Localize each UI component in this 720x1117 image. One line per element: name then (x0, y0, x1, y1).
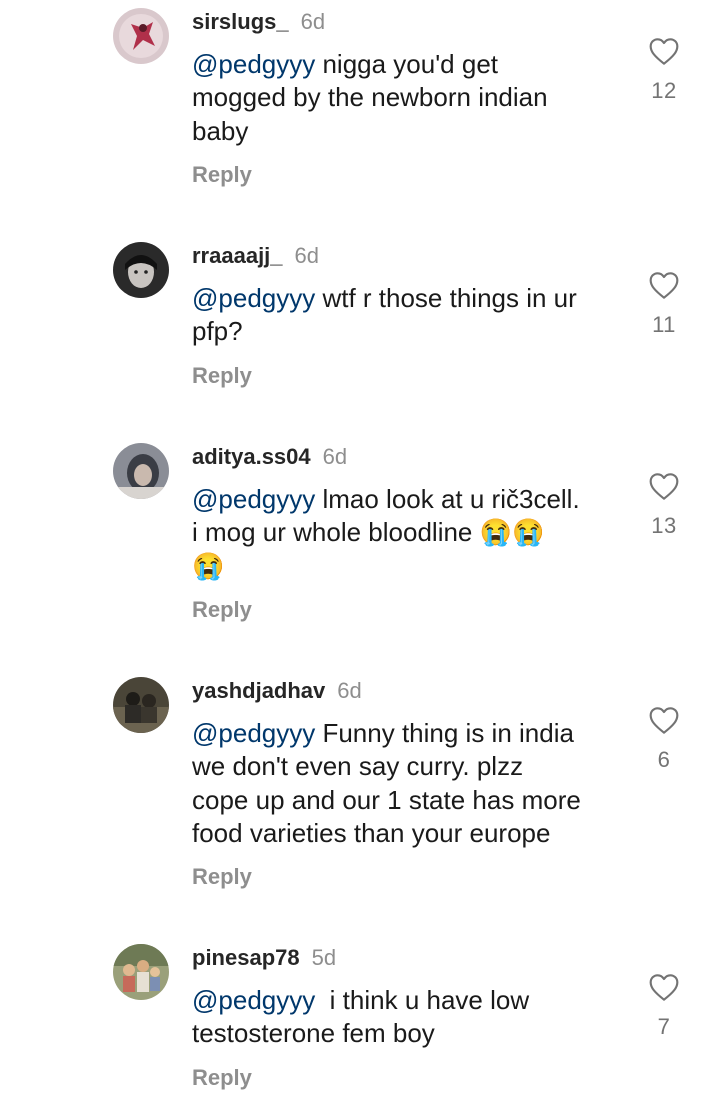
like-count: 13 (651, 513, 677, 538)
avatar-dark-face-icon (113, 242, 169, 298)
comment-text: @pedgyyy Funny thing is in india we don'… (192, 717, 617, 851)
like-count: 6 (657, 747, 671, 772)
like-control: 11 (636, 270, 692, 338)
comment-text: @pedgyyy wtf r those things in ur pfp? (192, 282, 617, 349)
like-count: 7 (657, 1014, 671, 1039)
mention-link[interactable]: @pedgyyy (192, 484, 315, 514)
comment-header: sirslugs_ 6d (192, 9, 325, 35)
like-count: 12 (651, 78, 677, 103)
comment-text: @pedgyyy nigga you'd get mogged by the n… (192, 48, 617, 148)
username-link[interactable]: rraaaajj_ (192, 243, 283, 269)
heart-icon[interactable] (648, 972, 680, 1002)
comment-header: aditya.ss04 6d (192, 444, 347, 470)
heart-icon[interactable] (648, 471, 680, 501)
avatar-hooded-icon (113, 443, 169, 499)
like-control: 7 (636, 972, 692, 1040)
comment-timestamp: 6d (300, 9, 326, 34)
username-link[interactable]: pinesap78 (192, 945, 300, 971)
comment-text: @pedgyyy i think u have low testosterone… (192, 984, 617, 1051)
like-control: 12 (636, 36, 692, 104)
heart-icon[interactable] (648, 270, 680, 300)
user-avatar[interactable] (113, 443, 169, 499)
avatar-family-photo-icon (113, 944, 169, 1000)
avatar-group-photo-icon (113, 677, 169, 733)
comment-timestamp: 6d (294, 243, 320, 268)
like-count: 11 (652, 312, 676, 337)
user-avatar[interactable] (113, 677, 169, 733)
comment-header: yashdjadhav 6d (192, 678, 362, 704)
reply-button[interactable]: Reply (192, 162, 252, 188)
comment-timestamp: 6d (337, 678, 362, 703)
heart-icon[interactable] (648, 36, 680, 66)
mention-link[interactable]: @pedgyyy (192, 985, 315, 1015)
like-control: 13 (636, 471, 692, 539)
comment-timestamp: 5d (311, 945, 337, 970)
crying-emoji: 😭😭 (479, 517, 545, 548)
like-control: 6 (636, 705, 692, 773)
user-avatar[interactable] (113, 944, 169, 1000)
comment-header: pinesap78 5d (192, 945, 336, 971)
user-avatar[interactable] (113, 242, 169, 298)
username-link[interactable]: sirslugs_ (192, 9, 289, 35)
user-avatar[interactable] (113, 8, 169, 64)
username-link[interactable]: yashdjadhav (192, 678, 325, 704)
avatar-red-figure-icon (113, 8, 169, 64)
mention-link[interactable]: @pedgyyy (192, 283, 315, 313)
reply-button[interactable]: Reply (192, 1065, 252, 1091)
reply-button[interactable]: Reply (192, 597, 252, 623)
comment-timestamp: 6d (322, 444, 348, 469)
crying-emoji: 😭 (192, 550, 225, 581)
comment-text: @pedgyyy lmao look at u rič3cell. i mog … (192, 483, 617, 583)
reply-button[interactable]: Reply (192, 363, 252, 389)
mention-link[interactable]: @pedgyyy (192, 718, 315, 748)
username-link[interactable]: aditya.ss04 (192, 444, 311, 470)
reply-button[interactable]: Reply (192, 864, 252, 890)
comment-header: rraaaajj_ 6d (192, 243, 319, 269)
heart-icon[interactable] (648, 705, 680, 735)
mention-link[interactable]: @pedgyyy (192, 49, 315, 79)
